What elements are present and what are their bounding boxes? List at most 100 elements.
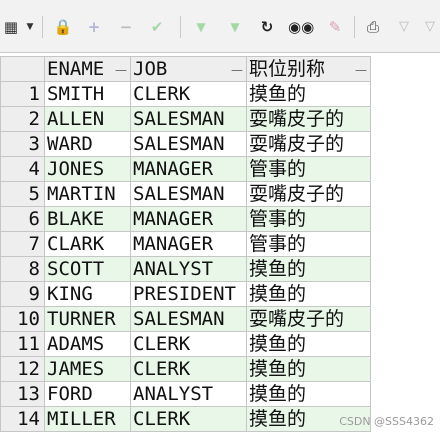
table-row[interactable]: 6 BLAKE MANAGER 管事的 (0, 206, 371, 232)
fetch-next-page-icon[interactable]: ▼ (190, 18, 212, 36)
table-row[interactable]: 11 ADAMS CLERK 摸鱼的 (0, 331, 371, 357)
table-row[interactable]: 9 KING PRESIDENT 摸鱼的 (0, 281, 371, 307)
row-number[interactable]: 13 (0, 381, 45, 407)
cell-ename[interactable]: JAMES (44, 356, 131, 382)
chevron-down-icon[interactable]: — (115, 59, 127, 81)
cell-ename[interactable]: CLARK (44, 231, 131, 257)
cell-job[interactable]: ANALYST (130, 256, 247, 282)
cell-alias[interactable]: 摸鱼的 (246, 81, 371, 107)
cell-ename[interactable]: JONES (44, 156, 131, 182)
post-changes-icon[interactable]: ✔ (146, 18, 168, 36)
cell-alias[interactable]: 摸鱼的 (246, 256, 371, 282)
toolbar-separator (42, 16, 43, 38)
row-number[interactable]: 6 (0, 206, 45, 232)
cell-ename[interactable]: BLAKE (44, 206, 131, 232)
lock-icon[interactable]: 🔒 (52, 18, 74, 36)
column-header-ename[interactable]: ENAME — (44, 56, 131, 82)
row-number[interactable]: 5 (0, 181, 45, 207)
row-number-header[interactable] (0, 56, 45, 82)
filter-icon[interactable]: ▽ (394, 18, 414, 36)
toolbar-separator (180, 16, 181, 38)
row-number[interactable]: 11 (0, 331, 45, 357)
row-number[interactable]: 10 (0, 306, 45, 332)
table-row[interactable]: 10 TURNER SALESMAN 耍嘴皮子的 (0, 306, 371, 332)
cell-job[interactable]: CLERK (130, 356, 247, 382)
column-header-label: JOB (133, 57, 168, 80)
cell-ename[interactable]: MARTIN (44, 181, 131, 207)
row-number[interactable]: 12 (0, 356, 45, 382)
grid-body: 1 SMITH CLERK 摸鱼的 2 ALLEN SALESMAN 耍嘴皮子的 3 WARD SA… (0, 81, 371, 432)
column-header-label: ENAME (47, 57, 105, 80)
cell-job[interactable]: SALESMAN (130, 131, 247, 157)
cell-alias[interactable]: 摸鱼的 (246, 381, 371, 407)
cell-job[interactable]: CLERK (130, 331, 247, 357)
cell-alias[interactable]: 摸鱼的 (246, 356, 371, 382)
toolbar-separator (354, 16, 355, 38)
cell-job[interactable]: SALESMAN (130, 106, 247, 132)
cell-job[interactable]: MANAGER (130, 156, 247, 182)
cell-ename[interactable]: SCOTT (44, 256, 131, 282)
chevron-down-icon[interactable]: — (355, 59, 367, 81)
table-row[interactable]: 13 FORD ANALYST 摸鱼的 (0, 381, 371, 407)
cell-ename[interactable]: MILLER (44, 406, 131, 432)
row-number[interactable]: 2 (0, 106, 45, 132)
cell-job[interactable]: MANAGER (130, 206, 247, 232)
cell-alias[interactable]: 管事的 (246, 156, 371, 182)
refresh-icon[interactable]: ↻ (256, 18, 278, 36)
cell-alias[interactable]: 管事的 (246, 206, 371, 232)
row-number[interactable]: 7 (0, 231, 45, 257)
table-row[interactable]: 14 MILLER CLERK 摸鱼的 (0, 406, 371, 432)
table-row[interactable]: 7 CLARK MANAGER 管事的 (0, 231, 371, 257)
column-header-job[interactable]: JOB — (130, 56, 247, 82)
cell-alias[interactable]: 耍嘴皮子的 (246, 306, 371, 332)
cell-alias[interactable]: 摸鱼的 (246, 331, 371, 357)
row-number[interactable]: 3 (0, 131, 45, 157)
cell-alias[interactable]: 耍嘴皮子的 (246, 131, 371, 157)
row-number[interactable]: 14 (0, 406, 45, 432)
column-header-alias[interactable]: 职位别称 — (246, 56, 371, 82)
chevron-down-icon[interactable]: ▼ (24, 18, 36, 36)
table-row[interactable]: 3 WARD SALESMAN 耍嘴皮子的 (0, 131, 371, 157)
row-number[interactable]: 9 (0, 281, 45, 307)
cell-alias[interactable]: 管事的 (246, 231, 371, 257)
grid-icon[interactable]: ▦ (0, 18, 22, 36)
add-record-icon[interactable]: + (84, 18, 104, 36)
cell-job[interactable]: PRESIDENT (130, 281, 247, 307)
cell-ename[interactable]: ALLEN (44, 106, 131, 132)
watermark: CSDN @SSS4362 (339, 415, 434, 428)
cell-ename[interactable]: ADAMS (44, 331, 131, 357)
delete-record-icon[interactable]: − (116, 18, 136, 36)
print-icon[interactable]: ⎙ (362, 18, 384, 36)
cell-ename[interactable]: FORD (44, 381, 131, 407)
table-row[interactable]: 8 SCOTT ANALYST 摸鱼的 (0, 256, 371, 282)
filter-toggle-icon[interactable]: ▽ (420, 18, 440, 36)
row-number[interactable]: 8 (0, 256, 45, 282)
cell-job[interactable]: CLERK (130, 406, 247, 432)
cell-job[interactable]: MANAGER (130, 231, 247, 257)
data-grid: ENAME — JOB — 职位别称 — 1 SMITH CLERK 摸鱼的 2 ALLEN SA… (0, 56, 371, 432)
cell-ename[interactable]: WARD (44, 131, 131, 157)
clear-icon[interactable]: ✎ (324, 18, 346, 36)
table-row[interactable]: 4 JONES MANAGER 管事的 (0, 156, 371, 182)
table-row[interactable]: 5 MARTIN SALESMAN 耍嘴皮子的 (0, 181, 371, 207)
toolbar: ▦ ▼ 🔒 + − ✔ ▼ ▼ ↻ ◉◉ ✎ ⎙ ▽ ▽ (0, 0, 440, 53)
cell-ename[interactable]: KING (44, 281, 131, 307)
row-number[interactable]: 4 (0, 156, 45, 182)
find-icon[interactable]: ◉◉ (288, 18, 314, 36)
column-header-label: 职位别称 (249, 57, 326, 80)
cell-alias[interactable]: 耍嘴皮子的 (246, 106, 371, 132)
chevron-down-icon[interactable]: — (231, 59, 243, 81)
cell-ename[interactable]: SMITH (44, 81, 131, 107)
table-row[interactable]: 12 JAMES CLERK 摸鱼的 (0, 356, 371, 382)
cell-job[interactable]: ANALYST (130, 381, 247, 407)
cell-job[interactable]: SALESMAN (130, 306, 247, 332)
cell-job[interactable]: CLERK (130, 81, 247, 107)
cell-alias[interactable]: 耍嘴皮子的 (246, 181, 371, 207)
fetch-all-icon[interactable]: ▼ (224, 18, 246, 36)
row-number[interactable]: 1 (0, 81, 45, 107)
cell-ename[interactable]: TURNER (44, 306, 131, 332)
cell-alias[interactable]: 摸鱼的 (246, 281, 371, 307)
table-row[interactable]: 1 SMITH CLERK 摸鱼的 (0, 81, 371, 107)
cell-job[interactable]: SALESMAN (130, 181, 247, 207)
table-row[interactable]: 2 ALLEN SALESMAN 耍嘴皮子的 (0, 106, 371, 132)
